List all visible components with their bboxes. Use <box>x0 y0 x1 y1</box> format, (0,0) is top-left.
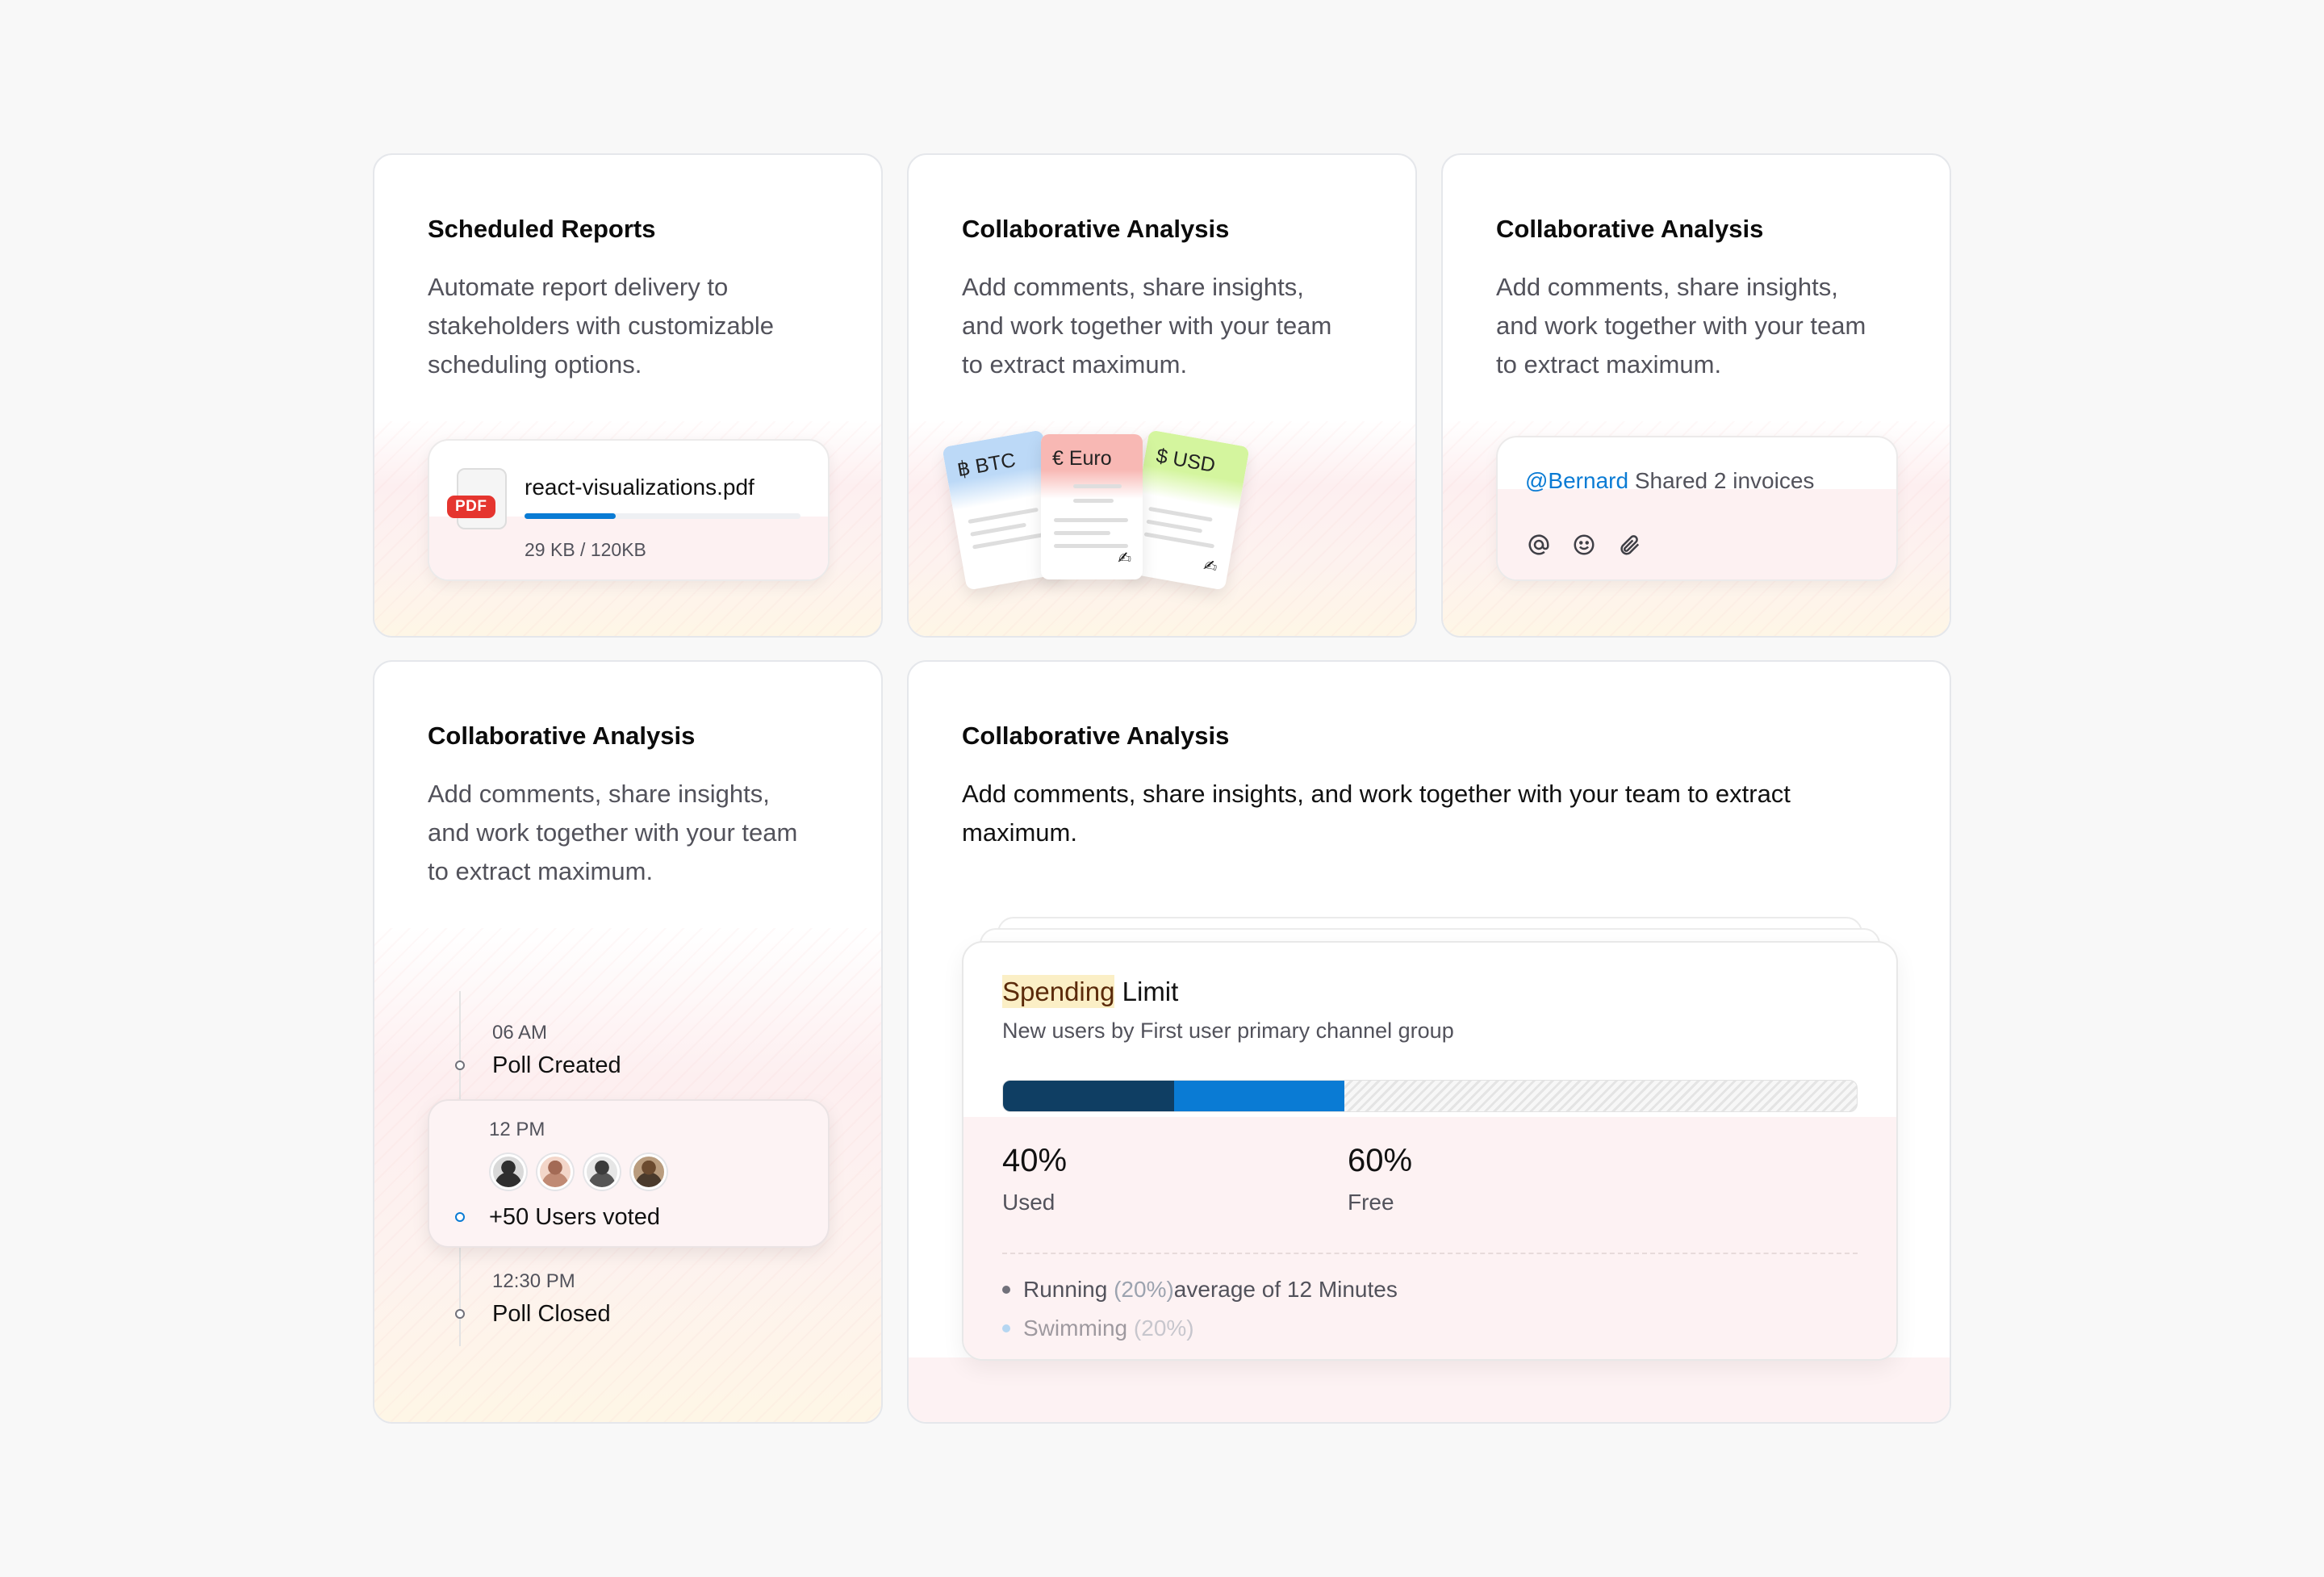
comment-message: Shared 2 invoices <box>1628 468 1815 493</box>
euro-invoice-paper: € Euro ✍ <box>1041 434 1143 579</box>
legend-item-swimming: Swimming (20%) <box>1002 1316 1194 1341</box>
legend-name: Swimming <box>1023 1316 1128 1341</box>
card-description: Add comments, share insights, and work t… <box>962 780 1791 847</box>
upload-progress-fill <box>525 513 616 519</box>
timeline-event-time: 06 AM <box>492 1022 548 1044</box>
free-label: Free <box>1348 1190 1394 1215</box>
signature-icon: ✍ <box>1202 556 1219 577</box>
collaborative-analysis-card-spending: Collaborative Analysis Add comments, sha… <box>907 660 1951 1424</box>
comment-composer[interactable]: @Bernard Shared 2 invoices <box>1496 436 1898 581</box>
legend-dot <box>1002 1324 1010 1332</box>
timeline-event-time: 12:30 PM <box>492 1270 575 1292</box>
legend-percent: (20%) <box>1133 1316 1194 1341</box>
timeline-event-label: Poll Closed <box>492 1301 611 1327</box>
voter-avatars <box>491 1154 667 1190</box>
collaborative-analysis-card-timeline: Collaborative Analysis Add comments, sha… <box>373 660 883 1424</box>
card-description: Add comments, share insights, and work t… <box>428 780 798 885</box>
card-title: Collaborative Analysis <box>1496 215 1764 243</box>
timeline-event-label: +50 Users voted <box>489 1204 660 1230</box>
timeline-event-time: 12 PM <box>489 1119 545 1140</box>
paperclip-icon[interactable] <box>1616 531 1643 558</box>
avatar[interactable] <box>491 1154 526 1190</box>
card-bottom-tint <box>909 1357 1950 1422</box>
free-value: 60% <box>1348 1143 1413 1178</box>
card-title: Collaborative Analysis <box>962 215 1230 243</box>
timeline-dot <box>455 1309 465 1319</box>
collaborative-analysis-card-currency: Collaborative Analysis Add comments, sha… <box>907 153 1417 638</box>
legend-dot <box>1002 1286 1010 1294</box>
collaborative-analysis-card-comment: Collaborative Analysis Add comments, sha… <box>1441 153 1951 638</box>
used-label: Used <box>1002 1190 1055 1215</box>
file-upload-item[interactable]: PDF react-visualizations.pdf 29 KB / 120… <box>428 439 830 581</box>
timeline-dot <box>455 1212 465 1222</box>
card-title: Collaborative Analysis <box>428 722 696 750</box>
user-mention[interactable]: @Bernard <box>1525 468 1628 493</box>
widget-subtitle: New users by First user primary channel … <box>1002 1019 1454 1043</box>
smiley-icon[interactable] <box>1570 531 1598 558</box>
timeline-dot <box>455 1060 465 1070</box>
title-highlight: Spending <box>1002 975 1115 1008</box>
legend-suffix: average of 12 Minutes <box>1173 1277 1398 1302</box>
avatar[interactable] <box>631 1154 667 1190</box>
signature-icon: ✍ <box>1118 550 1131 567</box>
widget-divider <box>1002 1253 1858 1254</box>
card-description: Automate report delivery to stakeholders… <box>428 273 775 379</box>
timeline-event-highlight[interactable]: 12 PM +50 Users voted <box>428 1099 830 1248</box>
title-rest: Limit <box>1114 977 1179 1006</box>
upload-progress-bar <box>525 513 800 519</box>
card-description: Add comments, share insights, and work t… <box>1496 273 1866 379</box>
spending-progress-bar <box>1002 1080 1858 1112</box>
used-segment-dark <box>1003 1081 1174 1111</box>
pdf-badge: PDF <box>447 496 495 518</box>
card-title: Collaborative Analysis <box>962 722 1230 750</box>
file-size: 29 KB / 120KB <box>525 539 646 560</box>
used-segment-blue <box>1173 1081 1345 1111</box>
avatar[interactable] <box>537 1154 573 1190</box>
legend-item-running: Running (20%) average of 12 Minutes <box>1002 1277 1398 1303</box>
paper-header: € Euro <box>1041 434 1143 499</box>
scheduled-reports-card: Scheduled Reports Automate report delive… <box>373 153 883 638</box>
card-description: Add comments, share insights, and work t… <box>962 273 1332 379</box>
card-title: Scheduled Reports <box>428 215 656 243</box>
used-value: 40% <box>1002 1143 1068 1178</box>
file-name: react-visualizations.pdf <box>525 475 754 500</box>
legend-percent: (20%) <box>1114 1277 1174 1302</box>
comment-toolbar <box>1525 531 1643 558</box>
timeline-event-label: Poll Created <box>492 1052 621 1078</box>
spending-limit-widget: Spending Limit New users by First user p… <box>962 941 1898 1361</box>
widget-title: Spending Limit <box>1002 975 1179 1008</box>
comment-text: @Bernard Shared 2 invoices <box>1525 468 1814 494</box>
at-icon[interactable] <box>1525 531 1553 558</box>
legend-name: Running <box>1023 1277 1108 1302</box>
avatar[interactable] <box>584 1154 620 1190</box>
